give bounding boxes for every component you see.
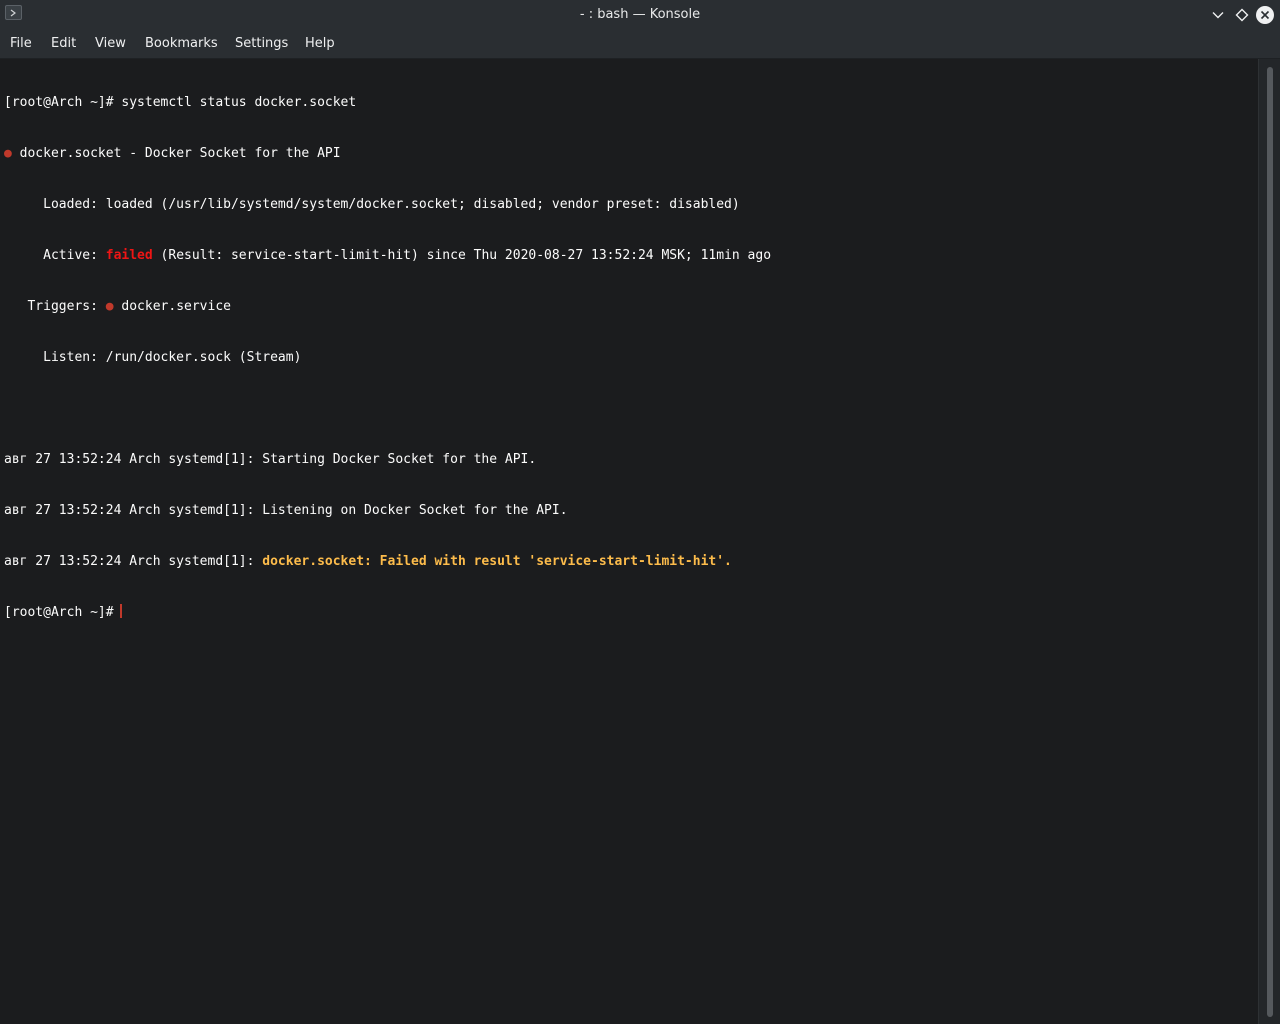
- terminal-line: [root@Arch ~]# systemctl status docker.s…: [4, 95, 357, 110]
- terminal-view[interactable]: [root@Arch ~]# systemctl status docker.s…: [0, 59, 1258, 1024]
- close-button[interactable]: [1254, 4, 1276, 26]
- active-detail: (Result: service-start-limit-hit) since …: [152, 248, 772, 263]
- menu-help[interactable]: Help: [305, 30, 335, 58]
- shell-prompt: [root@Arch ~]#: [4, 605, 114, 620]
- chevron-down-icon: [1212, 12, 1224, 19]
- terminal-line: Active: failed (Result: service-start-li…: [4, 247, 771, 264]
- konsole-window: - : bash — Konsole File Edit View Bookma…: [0, 0, 1280, 1024]
- title-bar[interactable]: - : bash — Konsole: [0, 0, 1280, 30]
- menu-bookmarks[interactable]: Bookmarks: [145, 30, 218, 58]
- text-cursor: [119, 604, 122, 618]
- triggers-value: docker.service: [113, 299, 231, 314]
- menu-bar: File Edit View Bookmarks Settings Help: [0, 30, 1280, 59]
- triggers-label: Triggers:: [4, 299, 106, 314]
- log-prefix: авг 27 13:52:24 Arch systemd[1]:: [4, 554, 263, 569]
- unit-description: docker.socket - Docker Socket for the AP…: [11, 146, 341, 161]
- scrollbar-thumb[interactable]: [1267, 67, 1273, 1017]
- terminal-line: ● docker.socket - Docker Socket for the …: [4, 145, 771, 162]
- status-dot-icon: ●: [4, 146, 12, 161]
- active-label: Active:: [4, 248, 106, 263]
- terminal-prompt-line: [root@Arch ~]#: [4, 604, 771, 621]
- menu-file[interactable]: File: [10, 30, 32, 58]
- maximize-button[interactable]: [1231, 4, 1253, 26]
- terminal-line: авг 27 13:52:24 Arch systemd[1]: Startin…: [4, 452, 537, 467]
- close-icon: [1256, 6, 1274, 24]
- terminal-line: авг 27 13:52:24 Arch systemd[1]: Listeni…: [4, 503, 568, 518]
- log-warning: docker.socket: Failed with result 'servi…: [262, 554, 732, 569]
- menu-edit[interactable]: Edit: [51, 30, 76, 58]
- menu-view[interactable]: View: [95, 30, 126, 58]
- terminal-output: [root@Arch ~]# systemctl status docker.s…: [4, 60, 771, 655]
- terminal-line: Listen: /run/docker.sock (Stream): [4, 350, 302, 365]
- terminal-line: авг 27 13:52:24 Arch systemd[1]: docker.…: [4, 553, 771, 570]
- terminal-line: Triggers: ● docker.service: [4, 298, 771, 315]
- terminal-line: Loaded: loaded (/usr/lib/systemd/system/…: [4, 197, 740, 212]
- window-title: - : bash — Konsole: [579, 7, 701, 22]
- vertical-scrollbar[interactable]: [1258, 59, 1280, 1024]
- failed-status: failed: [105, 248, 153, 263]
- status-dot-icon: ●: [105, 299, 114, 314]
- minimize-button[interactable]: [1207, 4, 1229, 26]
- diamond-icon: [1235, 8, 1249, 22]
- menu-settings[interactable]: Settings: [235, 30, 288, 58]
